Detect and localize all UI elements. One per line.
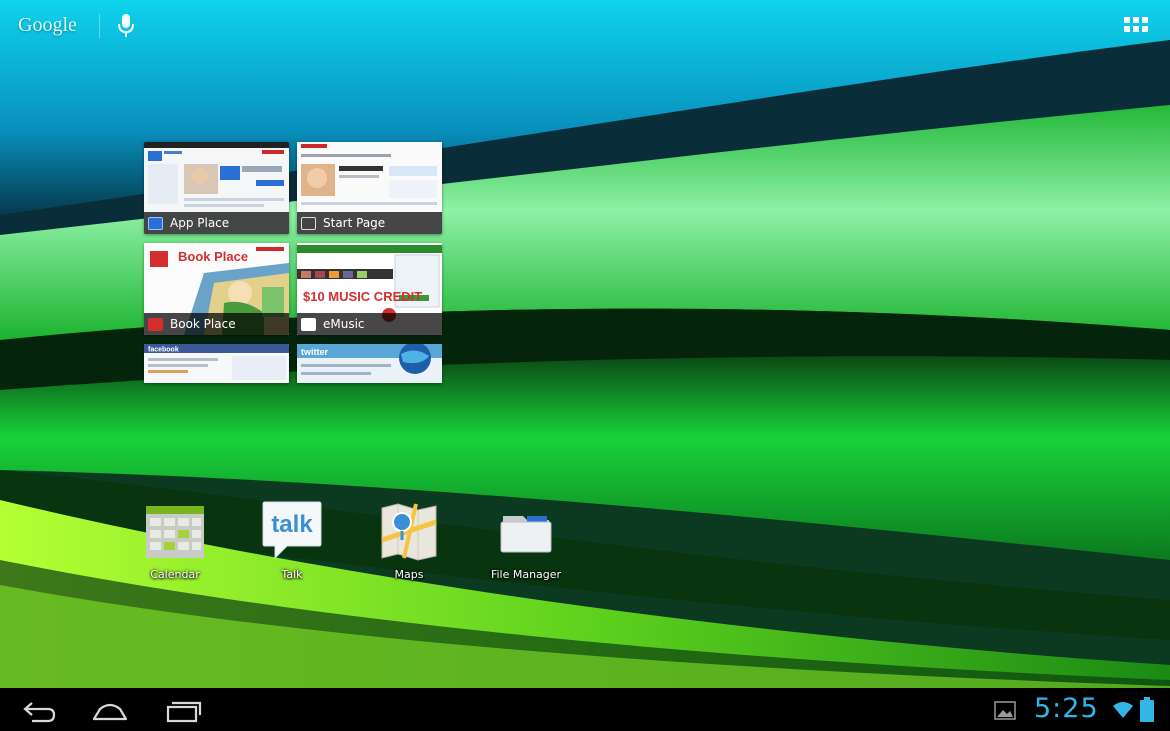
google-search-logo[interactable]: Google xyxy=(18,14,77,37)
bookmark-label: App Place xyxy=(170,216,230,230)
bookmark-label: eMusic xyxy=(323,317,365,331)
app-talk[interactable]: talk Talk xyxy=(242,500,342,581)
twitter-logo-text: twitter xyxy=(301,347,328,357)
book-place-icon xyxy=(148,317,163,331)
bookmark-app-place[interactable]: App Place xyxy=(144,142,289,234)
folder-icon xyxy=(495,500,557,562)
start-page-icon xyxy=(301,216,316,230)
app-calendar[interactable]: Calendar xyxy=(125,500,225,581)
wifi-icon[interactable] xyxy=(1112,700,1134,720)
app-label: Talk xyxy=(281,568,303,581)
status-clock[interactable]: 5:25 xyxy=(1034,693,1099,724)
emusic-icon xyxy=(301,317,316,331)
talk-icon: talk xyxy=(261,500,323,562)
app-file-manager[interactable]: File Manager xyxy=(476,500,576,581)
app-label: File Manager xyxy=(490,568,562,581)
app-place-icon xyxy=(148,216,163,230)
app-label: Calendar xyxy=(150,568,200,581)
battery-icon[interactable] xyxy=(1140,697,1154,722)
back-icon[interactable] xyxy=(18,697,58,723)
app-maps[interactable]: Maps xyxy=(359,500,459,581)
bookmark-twitter[interactable]: twitter xyxy=(297,344,442,383)
app-label: Maps xyxy=(394,568,424,581)
recent-apps-icon[interactable] xyxy=(164,697,204,723)
all-apps-grid-icon[interactable] xyxy=(1124,17,1150,35)
system-bar xyxy=(0,688,1170,731)
bookmark-label: Book Place xyxy=(170,317,236,331)
facebook-logo-text: facebook xyxy=(148,347,179,354)
bookmark-facebook[interactable]: facebook xyxy=(144,344,289,383)
home-icon[interactable] xyxy=(90,697,130,723)
bookmark-label: Start Page xyxy=(323,216,386,230)
bookmark-caption: Start Page xyxy=(297,212,442,234)
screenshot-notification-icon[interactable] xyxy=(994,701,1016,720)
search-divider xyxy=(99,14,100,38)
bookmark-book-place[interactable]: Book Place Book Place xyxy=(144,243,289,335)
bookmark-start-page[interactable]: Start Page xyxy=(297,142,442,234)
microphone-icon[interactable] xyxy=(117,13,135,39)
calendar-icon xyxy=(144,500,206,562)
music-credit-text: $10 MUSIC CREDIT xyxy=(303,289,422,304)
bookmark-caption: App Place xyxy=(144,212,289,234)
facebook-thumbnail: facebook xyxy=(144,344,289,383)
bookmark-caption: eMusic xyxy=(297,313,442,335)
book-place-logo-text: Book Place xyxy=(178,249,248,264)
maps-icon xyxy=(378,500,440,562)
bookmark-caption: Book Place xyxy=(144,313,289,335)
talk-icon-text: talk xyxy=(271,511,313,538)
bookmark-emusic[interactable]: $10 MUSIC CREDIT eMusic xyxy=(297,243,442,335)
twitter-thumbnail: twitter xyxy=(297,344,442,383)
